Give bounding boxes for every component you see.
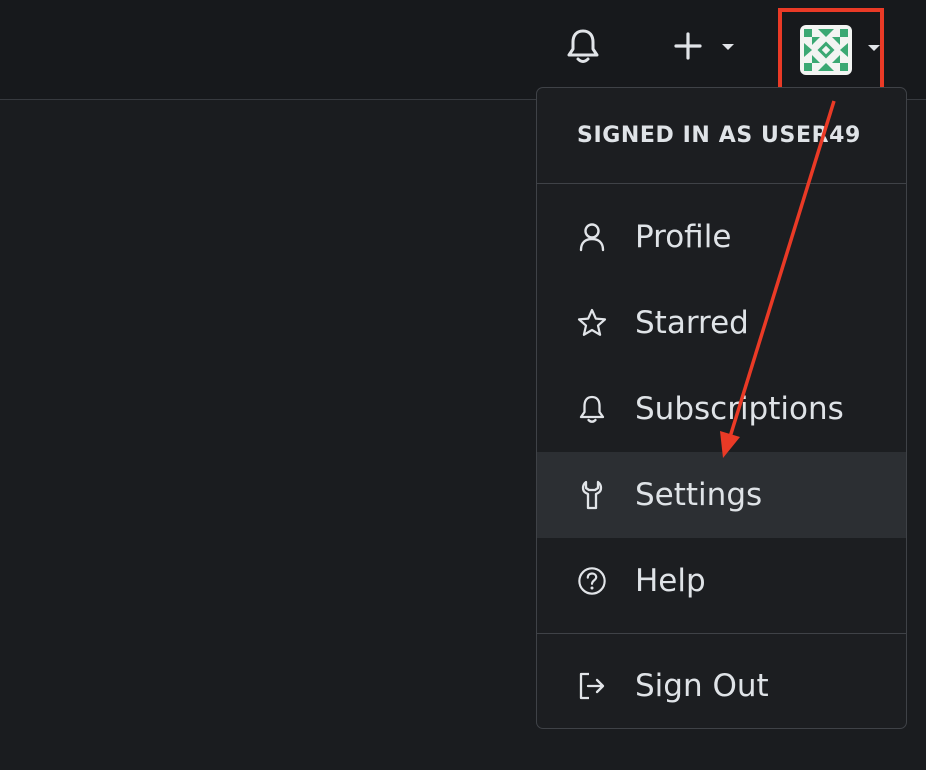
top-nav-bar (0, 0, 926, 100)
plus-icon (674, 32, 702, 60)
menu-item-label: Profile (635, 219, 732, 255)
menu-item-sign-out[interactable]: Sign Out (537, 634, 906, 728)
create-new-button[interactable] (670, 28, 742, 64)
menu-item-label: Subscriptions (635, 391, 844, 427)
menu-item-label: Starred (635, 305, 749, 341)
notifications-button[interactable] (565, 27, 601, 65)
menu-item-label: Sign Out (635, 668, 769, 704)
question-icon (577, 566, 607, 596)
user-menu-button[interactable] (800, 25, 888, 75)
star-icon (577, 308, 607, 338)
menu-item-settings[interactable]: Settings (537, 452, 906, 538)
menu-item-label: Settings (635, 477, 763, 513)
avatar (800, 25, 852, 75)
menu-item-profile[interactable]: Profile (537, 194, 906, 280)
bell-icon (577, 394, 607, 424)
chevron-down-icon (722, 44, 734, 50)
chevron-down-icon (868, 45, 880, 51)
tools-icon (577, 480, 607, 510)
menu-item-label: Help (635, 563, 706, 599)
user-dropdown-menu: SIGNED IN AS USER49 Profile Starred Subs… (536, 87, 907, 729)
person-icon (577, 222, 607, 252)
menu-item-help[interactable]: Help (537, 538, 906, 624)
menu-item-subscriptions[interactable]: Subscriptions (537, 366, 906, 452)
signed-in-header: SIGNED IN AS USER49 (537, 88, 906, 184)
bell-icon (567, 29, 599, 63)
sign-out-icon (577, 671, 607, 701)
menu-item-starred[interactable]: Starred (537, 280, 906, 366)
